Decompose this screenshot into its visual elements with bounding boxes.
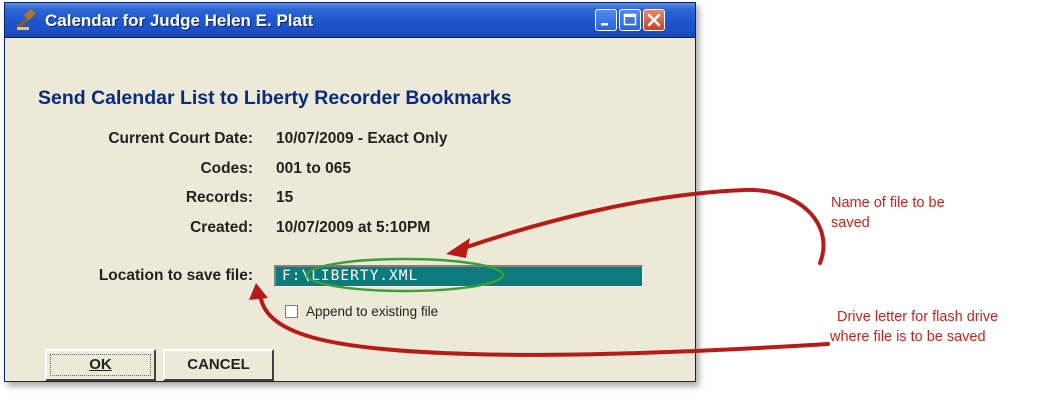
- append-checkbox[interactable]: [285, 305, 298, 318]
- close-icon: [647, 13, 661, 27]
- gavel-icon: [13, 9, 39, 33]
- title-bar[interactable]: Calendar for Judge Helen E. Platt: [5, 3, 695, 38]
- codes-label: Codes:: [200, 160, 253, 177]
- location-input[interactable]: F:\LIBERTY.XML: [274, 265, 643, 287]
- maximize-button[interactable]: [619, 9, 641, 31]
- location-label: Location to save file:: [98, 267, 253, 284]
- records-label: Records:: [185, 189, 253, 206]
- maximize-icon: [623, 13, 637, 26]
- court-date-label: Current Court Date:: [108, 130, 253, 147]
- codes-value: 001 to 065: [276, 160, 351, 177]
- drive-letter-annotation: Drive letter for flash drive where file …: [830, 307, 999, 347]
- dialog-heading: Send Calendar List to Liberty Recorder B…: [38, 87, 512, 109]
- cancel-button-label: CANCEL: [187, 356, 250, 373]
- drive-letter-annotation-line2: where file is to be saved: [830, 329, 986, 345]
- window-title: Calendar for Judge Helen E. Platt: [45, 11, 314, 30]
- created-value: 10/07/2009 at 5:10PM: [276, 219, 431, 236]
- dialog-window: Calendar for Judge Helen E. Platt Send C…: [4, 2, 696, 382]
- drive-letter-annotation-line1: Drive letter for flash drive: [837, 309, 999, 325]
- cancel-button[interactable]: CANCEL: [163, 349, 274, 381]
- close-button[interactable]: [643, 9, 665, 31]
- filename-annotation-line1: Name of file to be: [831, 195, 945, 211]
- ok-button-label: OK: [89, 356, 112, 373]
- append-checkbox-label[interactable]: Append to existing file: [306, 304, 438, 319]
- filename-annotation: Name of file to be saved: [831, 193, 945, 233]
- minimize-button[interactable]: [595, 9, 617, 31]
- court-date-value: 10/07/2009 - Exact Only: [276, 130, 448, 147]
- records-value: 15: [276, 189, 294, 206]
- filename-annotation-line2: saved: [831, 215, 870, 231]
- minimize-icon: [601, 23, 608, 26]
- created-label: Created:: [190, 219, 253, 236]
- ok-button[interactable]: OK: [45, 349, 156, 381]
